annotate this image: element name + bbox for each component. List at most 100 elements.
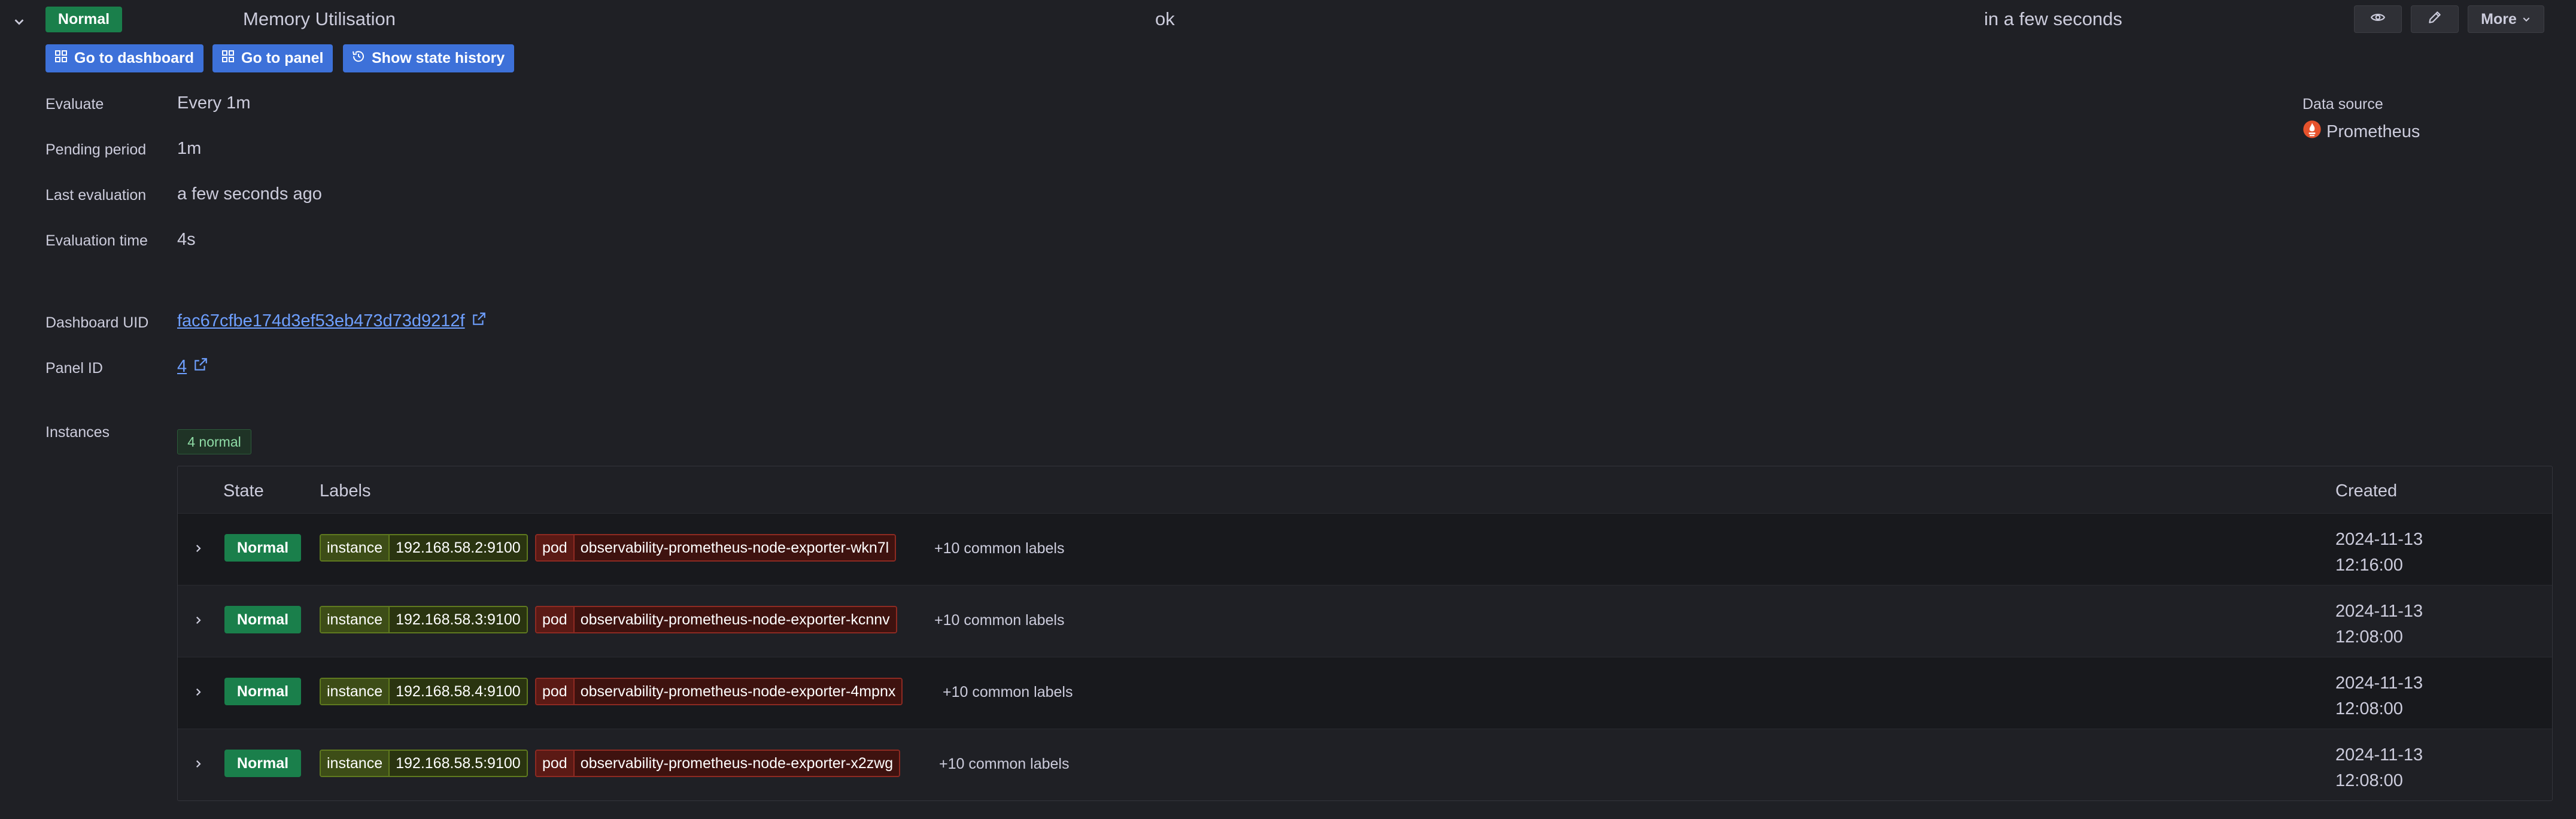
external-link-icon[interactable] (471, 311, 487, 332)
chevron-right-icon[interactable] (186, 680, 210, 704)
pod-label-chip[interactable]: pod observability-prometheus-node-export… (535, 606, 897, 633)
instance-state-badge: Normal (224, 678, 301, 705)
history-icon (351, 49, 366, 68)
show-state-history-label: Show state history (372, 50, 505, 66)
instance-label-chip[interactable]: instance 192.168.58.2:9100 (320, 534, 528, 562)
more-button[interactable]: More (2468, 5, 2544, 33)
pod-label-chip[interactable]: pod observability-prometheus-node-export… (535, 678, 903, 705)
alert-rule-details: Normal Memory Utilisation ok in a few se… (0, 0, 2576, 819)
created-timestamp: 2024-11-13 12:16:00 (2335, 527, 2423, 578)
table-row: Normal instance 192.168.58.3:9100 pod ob… (178, 585, 2552, 657)
go-to-dashboard-label: Go to dashboard (74, 50, 194, 66)
label-key: pod (536, 751, 573, 776)
dashboard-uid-label: Dashboard UID (45, 314, 149, 331)
table-row: Normal instance 192.168.58.5:9100 pod ob… (178, 729, 2552, 800)
instance-state-badge: Normal (224, 606, 301, 633)
common-labels-toggle[interactable]: +10 common labels (943, 684, 1073, 701)
label-value: observability-prometheus-node-exporter-k… (573, 607, 896, 632)
column-header-created: Created (2335, 481, 2398, 500)
common-labels-toggle[interactable]: +10 common labels (939, 756, 1069, 773)
evaluate-label: Evaluate (45, 96, 104, 113)
evaluation-time-value: 4s (177, 230, 196, 249)
prometheus-icon (2302, 120, 2322, 144)
label-value: observability-prometheus-node-exporter-x… (573, 751, 900, 776)
label-value: 192.168.58.4:9100 (388, 679, 527, 704)
label-key: pod (536, 607, 573, 632)
edit-button[interactable] (2411, 5, 2459, 33)
label-key: instance (321, 751, 389, 776)
panel-id-label: Panel ID (45, 360, 103, 377)
label-key: instance (321, 679, 389, 704)
created-time: 12:08:00 (2335, 627, 2403, 647)
instances-label: Instances (45, 424, 110, 441)
rule-health: ok (1155, 8, 1175, 29)
chevron-down-icon (2522, 11, 2531, 28)
instances-count-badge: 4 normal (177, 429, 251, 454)
label-value: 192.168.58.2:9100 (388, 535, 527, 560)
table-row: Normal instance 192.168.58.2:9100 pod ob… (178, 513, 2552, 585)
next-evaluation: in a few seconds (1984, 8, 2122, 29)
created-timestamp: 2024-11-13 12:08:00 (2335, 599, 2423, 650)
evaluation-time-label: Evaluation time (45, 232, 148, 249)
data-source-name: Prometheus (2326, 122, 2420, 141)
common-labels-toggle[interactable]: +10 common labels (934, 540, 1064, 557)
instance-label-chip[interactable]: instance 192.168.58.5:9100 (320, 750, 528, 777)
label-key: instance (321, 535, 389, 560)
chevron-right-icon[interactable] (186, 536, 210, 560)
label-value: observability-prometheus-node-exporter-w… (573, 535, 895, 560)
show-state-history-button[interactable]: Show state history (343, 44, 514, 72)
instance-label-chip[interactable]: instance 192.168.58.3:9100 (320, 606, 528, 633)
pod-label-chip[interactable]: pod observability-prometheus-node-export… (535, 750, 901, 777)
created-time: 12:16:00 (2335, 556, 2403, 575)
label-key: pod (536, 535, 573, 560)
external-link-icon[interactable] (193, 357, 208, 377)
chevron-down-icon[interactable] (6, 8, 32, 35)
label-value: observability-prometheus-node-exporter-4… (573, 679, 902, 704)
last-evaluation-label: Last evaluation (45, 187, 147, 204)
pending-period-label: Pending period (45, 141, 147, 158)
created-date: 2024-11-13 (2335, 745, 2423, 765)
table-row: Normal instance 192.168.58.4:9100 pod ob… (178, 657, 2552, 729)
data-source: Prometheus (2302, 120, 2420, 144)
created-time: 12:08:00 (2335, 771, 2403, 790)
pending-period-value: 1m (177, 139, 202, 158)
instance-state-badge: Normal (224, 534, 301, 562)
rule-state-badge: Normal (45, 7, 122, 32)
instance-state-badge: Normal (224, 750, 301, 777)
go-to-panel-button[interactable]: Go to panel (212, 44, 333, 72)
rule-name: Memory Utilisation (243, 8, 396, 29)
pencil-icon (2427, 10, 2443, 29)
created-date: 2024-11-13 (2335, 602, 2423, 621)
go-to-dashboard-button[interactable]: Go to dashboard (45, 44, 203, 72)
label-key: instance (321, 607, 389, 632)
instance-label-chip[interactable]: instance 192.168.58.4:9100 (320, 678, 528, 705)
instances-table: State Labels Created Normal instance 192… (177, 466, 2553, 801)
created-time: 12:08:00 (2335, 699, 2403, 718)
column-header-labels: Labels (320, 481, 371, 500)
more-label: More (2481, 10, 2517, 28)
data-source-label: Data source (2302, 96, 2383, 113)
evaluate-value: Every 1m (177, 93, 251, 113)
dashboard-uid-link[interactable]: fac67cfbe174d3ef53eb473d73d9212f (177, 311, 465, 330)
created-date: 2024-11-13 (2335, 674, 2423, 693)
label-value: 192.168.58.5:9100 (388, 751, 527, 776)
dashboard-uid-row: fac67cfbe174d3ef53eb473d73d9212f (177, 311, 487, 332)
common-labels-toggle[interactable]: +10 common labels (934, 612, 1064, 629)
last-evaluation-value: a few seconds ago (177, 184, 322, 204)
chevron-right-icon[interactable] (186, 608, 210, 632)
go-to-panel-label: Go to panel (241, 50, 324, 66)
eye-icon (2370, 10, 2386, 29)
apps-icon (221, 49, 235, 68)
created-timestamp: 2024-11-13 12:08:00 (2335, 671, 2423, 722)
panel-id-row: 4 (177, 357, 208, 377)
created-date: 2024-11-13 (2335, 530, 2423, 549)
label-key: pod (536, 679, 573, 704)
pod-label-chip[interactable]: pod observability-prometheus-node-export… (535, 534, 897, 562)
column-header-state: State (223, 481, 264, 500)
chevron-right-icon[interactable] (186, 752, 210, 776)
panel-id-link[interactable]: 4 (177, 357, 187, 376)
apps-icon (54, 49, 68, 68)
view-button[interactable] (2354, 5, 2402, 33)
label-value: 192.168.58.3:9100 (388, 607, 527, 632)
created-timestamp: 2024-11-13 12:08:00 (2335, 742, 2423, 794)
